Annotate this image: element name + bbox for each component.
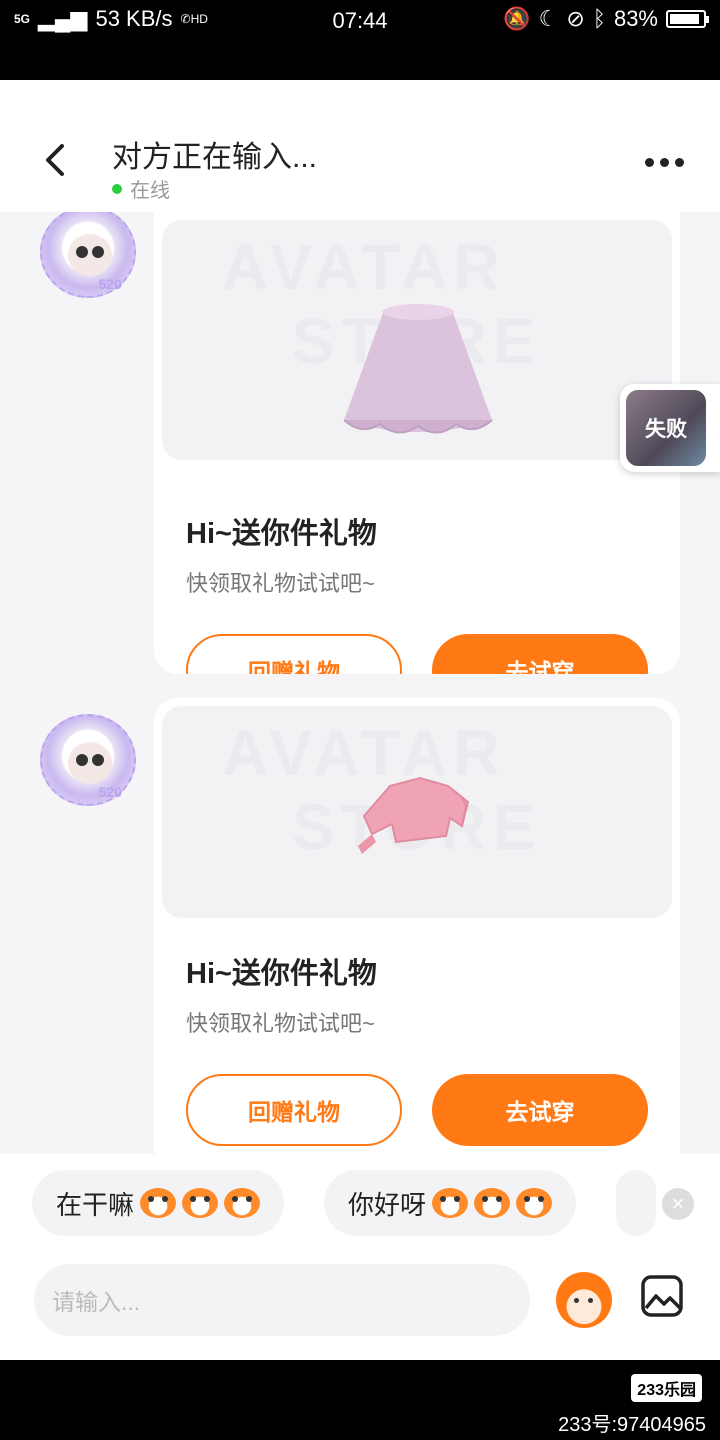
more-dot-icon: [645, 158, 654, 167]
chat-title: 对方正在输入...: [112, 141, 318, 174]
system-bottom-bar: 233乐园 233号:97404965: [0, 1360, 720, 1440]
sweater-image-icon: [358, 776, 470, 854]
gift-card: AVATAR STORE Hi~送你件礼物 快领取礼物试试吧~ 回赠礼物 去试穿: [154, 698, 680, 1178]
chevron-left-icon: [46, 144, 64, 176]
online-dot-icon: [112, 183, 122, 194]
battery-percent: 83%: [613, 6, 658, 31]
avatar-face: [68, 234, 112, 276]
smile-emoji-icon: [432, 1188, 469, 1218]
grin-emoji-icon: [140, 1188, 177, 1218]
gift-card: AVATAR STORE Hi~送你件礼物 快领取礼物试试吧~ 回赠礼物 去试穿: [154, 152, 680, 674]
gift-image[interactable]: AVATAR STORE: [162, 706, 672, 918]
quick-reply-chip[interactable]: 在干嘛: [32, 1170, 285, 1236]
avatar-face: [68, 742, 112, 784]
battery-icon: [666, 10, 709, 28]
gift-title: Hi~送你件礼物: [186, 518, 377, 550]
quick-reply-text: 在干嘛: [56, 1189, 135, 1220]
floating-status-label: 失败: [645, 418, 687, 441]
smile-emoji-icon: [516, 1188, 553, 1218]
avatar-eye: [92, 754, 104, 766]
quick-reply-chip-partial[interactable]: [616, 1170, 656, 1236]
lock-rotation-icon: ⊘: [566, 6, 585, 31]
moon-icon: ☾: [538, 6, 559, 31]
avatar-eye: [76, 246, 88, 258]
sender-avatar[interactable]: 520: [40, 714, 136, 806]
return-gift-button[interactable]: 回赠礼物: [186, 634, 402, 674]
status-bar: 5G ▂▄▆ 53 KB/s ✆HD 07:44 🔕 ☾ ⊘ ᛒ 83%: [0, 0, 720, 80]
chat-screen: 对方正在输入... 在线 520 AVATAR STORE: [0, 80, 720, 1360]
try-on-button[interactable]: 去试穿: [432, 634, 648, 674]
try-on-button[interactable]: 去试穿: [432, 1074, 648, 1146]
more-options-button[interactable]: [645, 158, 684, 167]
floating-thumbnail: 失败: [626, 390, 706, 466]
floating-task-widget[interactable]: 失败: [620, 384, 720, 472]
quick-reply-text: 你好呀: [348, 1189, 427, 1220]
gift-title: Hi~送你件礼物: [186, 958, 377, 990]
grin-emoji-icon: [224, 1188, 261, 1218]
chat-header: 对方正在输入... 在线: [0, 80, 720, 212]
gift-image[interactable]: AVATAR STORE: [162, 220, 672, 460]
emoji-picker-icon[interactable]: [556, 1272, 612, 1328]
more-dot-icon: [660, 158, 669, 167]
close-icon[interactable]: ×: [662, 1188, 694, 1220]
back-button[interactable]: [38, 140, 78, 180]
avatar-eye: [76, 754, 88, 766]
user-id-label: 233号:97404965: [558, 1414, 706, 1436]
grin-emoji-icon: [182, 1188, 219, 1218]
image-icon: [641, 1275, 683, 1317]
quick-reply-chip[interactable]: 你好呀: [324, 1170, 577, 1236]
image-picker-button[interactable]: [640, 1274, 684, 1318]
gift-subtitle: 快领取礼物试试吧~: [186, 571, 375, 596]
message-input[interactable]: 请输入...: [34, 1264, 530, 1336]
avatar-badge: 520: [98, 276, 122, 292]
mute-icon: 🔕: [503, 6, 531, 31]
input-area: 在干嘛 你好呀 × 请输入...: [0, 1154, 720, 1360]
online-status: 在线: [112, 174, 170, 203]
online-status-label: 在线: [130, 180, 170, 202]
sender-avatar[interactable]: 520: [40, 206, 136, 298]
app-logo: 233乐园: [631, 1374, 702, 1402]
status-right: 🔕 ☾ ⊘ ᛒ 83%: [503, 6, 709, 32]
return-gift-button[interactable]: 回赠礼物: [186, 1074, 402, 1146]
avatar-eye: [92, 246, 104, 258]
avatar-badge: 520: [98, 784, 122, 800]
skirt-image-icon: [343, 304, 493, 434]
more-dot-icon: [675, 158, 684, 167]
gift-subtitle: 快领取礼物试试吧~: [186, 1011, 375, 1036]
smile-emoji-icon: [474, 1188, 511, 1218]
bluetooth-icon: ᛒ: [592, 6, 606, 31]
